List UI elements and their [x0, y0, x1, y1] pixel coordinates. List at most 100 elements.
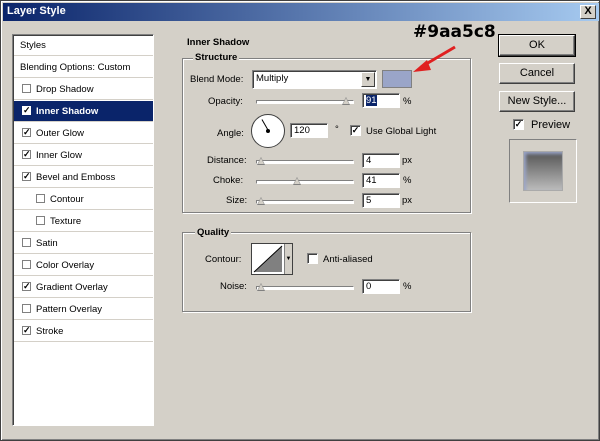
- style-item-checkbox[interactable]: ✓: [22, 172, 31, 181]
- noise-slider-thumb[interactable]: [257, 283, 265, 291]
- styles-list: Styles Blending Options: Custom Drop Sha…: [12, 34, 154, 426]
- style-item-contour[interactable]: Contour: [14, 189, 153, 210]
- style-item-drop-shadow[interactable]: Drop Shadow: [14, 79, 153, 100]
- close-button[interactable]: X: [580, 5, 596, 19]
- choke-label: Choke:: [213, 175, 244, 186]
- style-item-checkbox[interactable]: ✓: [22, 282, 31, 291]
- style-item-pattern-overlay[interactable]: Pattern Overlay: [14, 299, 153, 320]
- style-item-label: Color Overlay: [36, 260, 95, 271]
- style-item-label: Drop Shadow: [36, 84, 94, 95]
- style-item-stroke[interactable]: ✓ Stroke: [14, 321, 153, 342]
- contour-label: Contour:: [205, 254, 242, 265]
- cancel-button[interactable]: Cancel: [499, 63, 575, 84]
- distance-input[interactable]: 4: [362, 153, 400, 168]
- choke-slider-thumb[interactable]: [293, 177, 301, 185]
- new-style-button[interactable]: New Style...: [499, 91, 575, 112]
- inner-shadow-title: Inner Shadow: [185, 37, 252, 48]
- style-item-label: Inner Glow: [36, 150, 82, 161]
- size-input[interactable]: 5: [362, 193, 400, 208]
- style-item-color-overlay[interactable]: Color Overlay: [14, 255, 153, 276]
- size-value: 5: [366, 195, 372, 206]
- style-item-checkbox[interactable]: [22, 84, 31, 93]
- choke-slider[interactable]: [256, 177, 354, 185]
- opacity-slider[interactable]: [256, 97, 354, 105]
- global-light-checkbox[interactable]: ✓: [350, 125, 361, 136]
- angle-value: 120: [294, 125, 310, 136]
- style-item-texture[interactable]: Texture: [14, 211, 153, 232]
- noise-input[interactable]: 0: [362, 279, 400, 294]
- distance-slider-thumb[interactable]: [257, 157, 265, 165]
- style-item-checkbox[interactable]: ✓: [22, 106, 31, 115]
- noise-label: Noise:: [220, 281, 247, 292]
- structure-title: Structure: [193, 52, 240, 63]
- style-item-inner-shadow[interactable]: ✓ Inner Shadow: [14, 101, 153, 122]
- style-item-checkbox[interactable]: [36, 194, 45, 203]
- angle-dial-center: [266, 129, 270, 133]
- style-item-checkbox[interactable]: ✓: [22, 326, 31, 335]
- chevron-down-icon: ▼: [361, 72, 375, 87]
- contour-picker[interactable]: ▼: [251, 243, 293, 275]
- size-label: Size:: [226, 195, 248, 206]
- style-item-label: Inner Shadow: [36, 106, 99, 117]
- style-item-bevel-and-emboss[interactable]: ✓ Bevel and Emboss: [14, 167, 153, 188]
- preview-thumbnail: [509, 139, 577, 203]
- contour-curve-icon: [253, 245, 283, 273]
- angle-dial[interactable]: [251, 114, 285, 148]
- size-slider-thumb[interactable]: [257, 197, 265, 205]
- style-item-inner-glow[interactable]: ✓ Inner Glow: [14, 145, 153, 166]
- preview-checkbox[interactable]: ✓: [513, 119, 524, 130]
- blending-options[interactable]: Blending Options: Custom: [14, 57, 153, 78]
- style-item-label: Texture: [50, 216, 82, 227]
- style-item-checkbox[interactable]: [22, 260, 31, 269]
- angle-input[interactable]: 120: [290, 123, 328, 138]
- window-title: Layer Style: [7, 5, 66, 17]
- ok-button[interactable]: OK: [498, 34, 576, 57]
- style-item-checkbox[interactable]: [22, 304, 31, 313]
- styles-header[interactable]: Styles: [14, 35, 153, 56]
- size-unit: px: [402, 195, 413, 206]
- choke-unit: %: [403, 175, 412, 186]
- shadow-color-swatch[interactable]: [382, 70, 412, 88]
- contour-dropdown-icon[interactable]: ▼: [284, 244, 292, 274]
- choke-input[interactable]: 41: [362, 173, 400, 188]
- global-light-label: Use Global Light: [366, 126, 437, 137]
- title-bar: Layer Style X: [3, 3, 599, 21]
- distance-label: Distance:: [207, 155, 247, 166]
- style-item-label: Pattern Overlay: [36, 304, 102, 315]
- color-annotation: #9aa5c8: [413, 22, 496, 42]
- distance-slider[interactable]: [256, 157, 354, 165]
- style-item-label: Contour: [50, 194, 84, 205]
- style-item-checkbox[interactable]: [22, 238, 31, 247]
- red-arrow-icon: [413, 45, 456, 72]
- blend-mode-label: Blend Mode:: [190, 74, 244, 85]
- angle-unit: °: [335, 124, 339, 135]
- style-item-checkbox[interactable]: [36, 216, 45, 225]
- noise-slider[interactable]: [256, 283, 354, 291]
- style-item-satin[interactable]: Satin: [14, 233, 153, 254]
- preview-label: Preview: [531, 119, 571, 131]
- style-item-label: Stroke: [36, 326, 64, 337]
- opacity-value: 91: [366, 95, 377, 106]
- opacity-input[interactable]: 91: [362, 93, 400, 108]
- preview-check-icon: ✓: [514, 119, 523, 129]
- opacity-slider-thumb[interactable]: [342, 97, 350, 105]
- noise-unit: %: [403, 281, 412, 292]
- blend-mode-value: Multiply: [256, 73, 289, 84]
- style-item-checkbox[interactable]: ✓: [22, 128, 31, 137]
- distance-value: 4: [366, 155, 372, 166]
- noise-value: 0: [366, 281, 372, 292]
- style-item-label: Outer Glow: [36, 128, 85, 139]
- style-item-label: Gradient Overlay: [36, 282, 108, 293]
- quality-group: [182, 232, 471, 312]
- choke-value: 41: [366, 175, 377, 186]
- distance-unit: px: [402, 155, 413, 166]
- size-slider[interactable]: [256, 197, 354, 205]
- angle-label: Angle:: [217, 128, 244, 139]
- style-item-outer-glow[interactable]: ✓ Outer Glow: [14, 123, 153, 144]
- preview-square: [524, 152, 562, 190]
- style-item-gradient-overlay[interactable]: ✓ Gradient Overlay: [14, 277, 153, 298]
- anti-aliased-checkbox[interactable]: [307, 253, 318, 264]
- style-item-label: Satin: [36, 238, 58, 249]
- blend-mode-select[interactable]: Multiply ▼: [252, 70, 377, 89]
- style-item-checkbox[interactable]: ✓: [22, 150, 31, 159]
